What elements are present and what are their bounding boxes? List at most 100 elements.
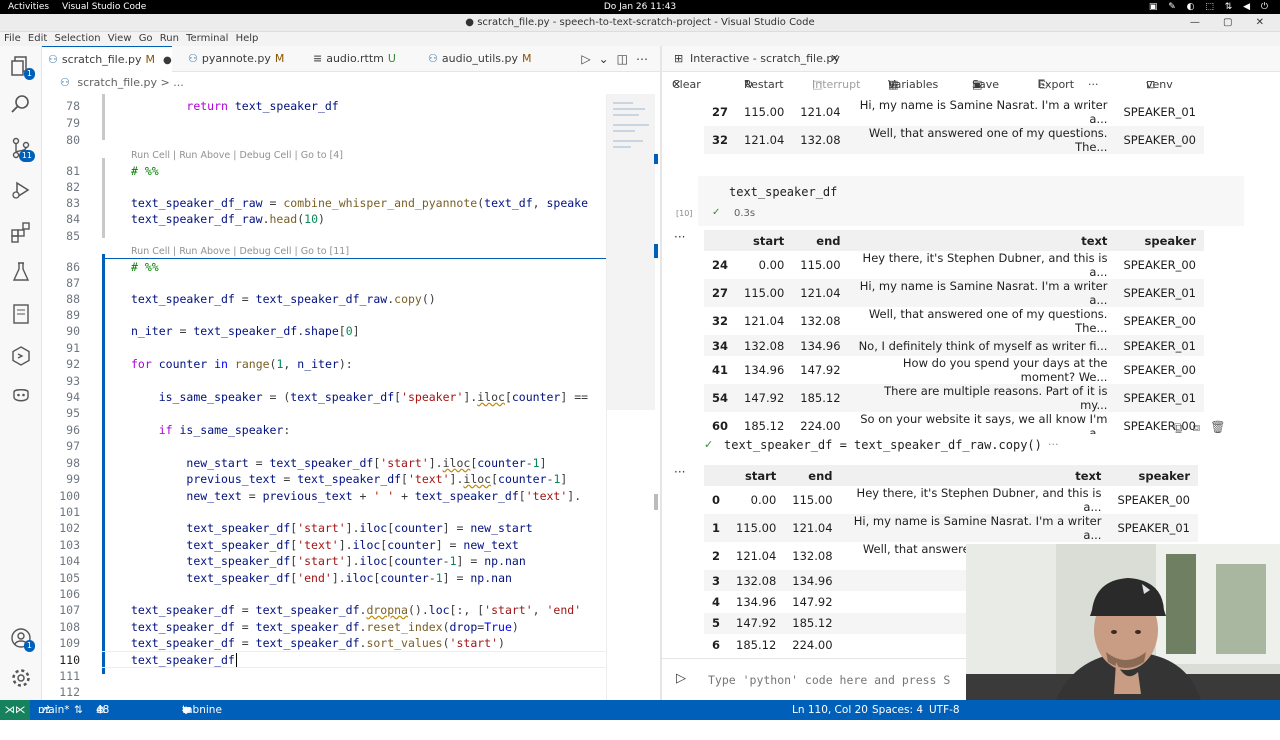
code-line[interactable]: text_speaker_df['text'].iloc[counter] = … [131, 538, 518, 552]
code-lens-cell-86[interactable]: Run Cell | Run Above | Debug Cell | Go t… [131, 246, 349, 257]
minimap[interactable] [606, 94, 660, 700]
close-tab-icon[interactable]: ✕ [830, 46, 839, 72]
remote-explorer-icon[interactable] [9, 344, 33, 368]
minimap-scrollbar[interactable] [654, 494, 658, 510]
code-lens-cell-81[interactable]: Run Cell | Run Above | Debug Cell | Go t… [131, 150, 343, 161]
collapsed-ellipsis[interactable]: ··· [1048, 438, 1059, 451]
table-row: 24 0.00 115.00 Hey there, it's Stephen Dubn… [704, 251, 1204, 279]
remote-indicator-icon[interactable]: ⋊⋉ [0, 700, 30, 720]
restart-label: Restart [744, 78, 784, 91]
code-line[interactable]: text_speaker_df = text_speaker_df.dropna… [131, 603, 581, 617]
line-number: 104 [59, 554, 80, 568]
search-icon[interactable] [9, 92, 33, 116]
more-actions-icon[interactable]: ⋯ [636, 52, 656, 66]
tab-pyannote[interactable]: ⚇ pyannote.py M [182, 46, 292, 72]
testing-icon[interactable] [9, 260, 33, 284]
code-line[interactable]: text_speaker_df = text_speaker_df.reset_… [131, 620, 519, 634]
breadcrumb: ⚇ scratch_file.py > ... [42, 72, 660, 94]
menu-terminal[interactable]: Terminal [186, 32, 228, 46]
clock[interactable]: Do Jan 26 11:43 [0, 0, 1280, 14]
code-line[interactable]: text_speaker_df = text_speaker_df_raw.co… [131, 292, 436, 306]
accounts-badge: 1 [23, 640, 35, 652]
code-line[interactable]: if is_same_speaker: [131, 423, 291, 437]
code-line[interactable]: # %% [131, 260, 159, 274]
line-number: 80 [66, 133, 80, 147]
row-index: 27 [704, 279, 737, 307]
code-line[interactable]: text_speaker_df['start'].iloc[counter] =… [131, 521, 532, 535]
table-row: 34 132.08 134.96 No, I definitely think of … [704, 335, 1204, 357]
run-debug-icon[interactable] [9, 178, 33, 202]
code-line[interactable]: new_start = text_speaker_df['start'].ilo… [131, 456, 546, 470]
python-file-icon: ⚇ [60, 76, 70, 89]
code-line[interactable]: for counter in range(1, n_iter): [131, 357, 353, 371]
code-line[interactable]: previous_text = text_speaker_df['text'].… [131, 472, 567, 486]
menu-file[interactable]: File [4, 32, 21, 46]
menu-selection[interactable]: Selection [54, 32, 100, 46]
line-number: 100 [59, 489, 80, 503]
webcam-overlay [966, 544, 1280, 700]
encoding[interactable]: UTF-8 [929, 700, 960, 720]
code-editor[interactable]: Run Cell | Run Above | Debug Cell | Go t… [42, 94, 660, 700]
line-number: 102 [59, 521, 80, 535]
extensions-icon[interactable] [9, 220, 33, 244]
notebook-icon[interactable] [9, 302, 33, 326]
code-line[interactable]: n_iter = text_speaker_df.shape[0] [131, 324, 360, 338]
header-speaker: speaker [1109, 465, 1198, 486]
line-number: 103 [59, 538, 80, 552]
menu-edit[interactable]: Edit [28, 32, 47, 46]
active-cell-border [102, 258, 648, 259]
cell-start: 132.08 [736, 335, 793, 357]
menu-view[interactable]: View [108, 32, 132, 46]
code-line[interactable]: new_text = previous_text + ' ' + text_sp… [131, 489, 581, 503]
explorer-icon[interactable]: 1 [9, 54, 35, 80]
breadcrumb-file[interactable]: scratch_file.py [77, 76, 157, 89]
tab-git-status: U [387, 52, 396, 65]
tab-audio-rttm[interactable]: ≡ audio.rttm U [307, 46, 407, 72]
menu-run[interactable]: Run [160, 32, 179, 46]
system-tray[interactable]: ▣ ✎ ◐ ⬚ ⇅ ◀ ⏻ [1149, 0, 1272, 14]
source-control-icon[interactable]: 11 [9, 136, 35, 162]
indentation[interactable]: Spaces: 4 [872, 700, 923, 720]
code-line[interactable]: text_speaker_df_raw = combine_whisper_an… [131, 196, 588, 210]
minimap-line [613, 124, 649, 126]
cursor-position[interactable]: Ln 110, Col 20 [792, 700, 868, 720]
modified-dot[interactable]: ● [163, 55, 172, 66]
code-line[interactable]: is_same_speaker = (text_speaker_df['spea… [131, 390, 588, 404]
tab-audio-utils[interactable]: ⚇ audio_utils.py M [422, 46, 542, 72]
breadcrumb-more[interactable]: ... [173, 76, 184, 89]
line-number: 92 [66, 357, 80, 371]
code-line[interactable]: text_speaker_df = text_speaker_df.sort_v… [131, 636, 505, 650]
cell-code[interactable]: text_speaker_df [729, 185, 837, 199]
accounts-icon[interactable]: 1 [9, 626, 35, 652]
code-line[interactable]: text_speaker_df['end'].iloc[counter-1] =… [131, 571, 512, 585]
ports-count: 48 [96, 704, 110, 716]
run-input-icon[interactable]: ▷ [676, 671, 686, 686]
interactive-tab-title[interactable]: Interactive - scratch_file.py [690, 46, 840, 72]
input-cell[interactable] [698, 176, 1244, 226]
minimap-line [613, 114, 639, 116]
copilot-icon[interactable] [9, 384, 33, 408]
code-line[interactable]: text_speaker_df [131, 653, 237, 667]
row-index: 54 [704, 384, 737, 413]
output-menu-icon[interactable]: ··· [674, 465, 685, 479]
settings-gear-icon[interactable] [9, 666, 33, 690]
menu-go[interactable]: Go [139, 32, 153, 46]
code-line[interactable]: # %% [131, 164, 159, 178]
tab-scratch-file[interactable]: ⚇ scratch_file.py M ● [42, 46, 172, 72]
menu-help[interactable]: Help [236, 32, 259, 46]
split-editor-icon[interactable]: ◫ [617, 52, 636, 66]
output-menu-icon[interactable]: ··· [674, 230, 685, 244]
window-controls[interactable]: — ▢ ✕ [1190, 14, 1274, 32]
cell-toolbar[interactable]: ⧉⧈🗑 [1174, 420, 1235, 435]
code-line[interactable]: text_speaker_df_raw.head(10) [131, 212, 325, 226]
cell-start: 147.92 [728, 612, 785, 635]
cell-code[interactable]: text_speaker_df = text_speaker_df_raw.co… [724, 438, 1042, 452]
tab-git-status: M [521, 52, 532, 65]
python-input-field[interactable] [708, 669, 966, 691]
code-line[interactable]: text_speaker_df['start'].iloc[counter-1]… [131, 554, 525, 568]
header-speaker: speaker [1115, 230, 1204, 251]
run-dropdown-icon[interactable]: ▷⌄ [581, 52, 616, 66]
more-toolbar-button[interactable]: ··· [1088, 72, 1099, 98]
code-line[interactable]: return text_speaker_df [131, 99, 338, 113]
sync-icon[interactable]: ⇅ [74, 700, 83, 720]
